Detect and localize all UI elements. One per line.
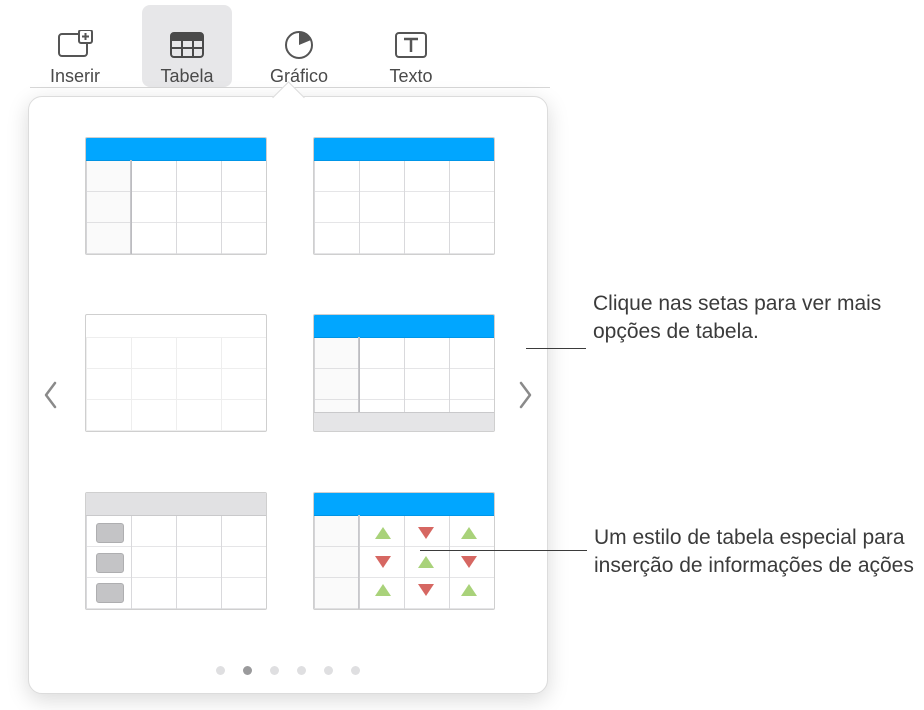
page-dot-3[interactable] (270, 666, 279, 675)
callout-arrows-text: Clique nas setas para ver mais opções de… (593, 292, 881, 343)
callout-stock-style: Um estilo de tabela especial para inserç… (594, 524, 924, 581)
toolbar-insert-label: Inserir (50, 66, 100, 87)
table-style-3[interactable] (85, 314, 267, 432)
table-style-5[interactable] (85, 492, 267, 610)
page-dot-5[interactable] (324, 666, 333, 675)
callout-leader-line (420, 550, 587, 551)
toolbar-insert[interactable]: Inserir (30, 5, 120, 87)
chart-icon (279, 28, 319, 62)
callout-leader-line (526, 348, 586, 349)
page-dot-6[interactable] (351, 666, 360, 675)
next-page-button[interactable] (511, 365, 539, 425)
page-dot-2[interactable] (243, 666, 252, 675)
text-icon (391, 28, 431, 62)
toolbar: Inserir Tabela Gráfico (30, 5, 550, 88)
table-style-2[interactable] (313, 137, 495, 255)
toolbar-text-label: Texto (389, 66, 432, 87)
table-style-1[interactable] (85, 137, 267, 255)
page-dots (29, 666, 547, 675)
toolbar-chart-label: Gráfico (270, 66, 328, 87)
table-styles-popover (28, 86, 546, 692)
toolbar-table-label: Tabela (160, 66, 213, 87)
table-style-grid (85, 137, 491, 633)
popover-caret (272, 81, 305, 114)
table-icon (167, 28, 207, 62)
page-dot-4[interactable] (297, 666, 306, 675)
stock-arrows-icon (361, 519, 490, 605)
insert-icon (55, 28, 95, 62)
table-style-4[interactable] (313, 314, 495, 432)
callout-arrows: Clique nas setas para ver mais opções de… (593, 290, 923, 347)
previous-page-button[interactable] (37, 365, 65, 425)
toolbar-text[interactable]: Texto (366, 5, 456, 87)
page-dot-1[interactable] (216, 666, 225, 675)
toolbar-chart[interactable]: Gráfico (254, 5, 344, 87)
callout-stock-text: Um estilo de tabela especial para inserç… (594, 526, 914, 577)
toolbar-table[interactable]: Tabela (142, 5, 232, 87)
